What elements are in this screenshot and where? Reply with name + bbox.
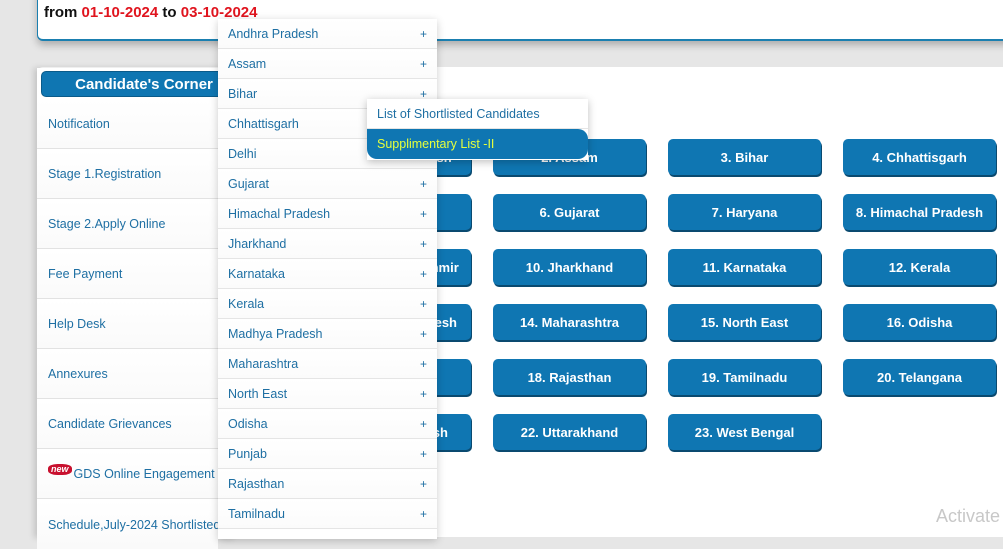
sidebar-item-registration[interactable]: Stage 1.Registration <box>37 150 218 199</box>
dropdown-item-label: Andhra Pradesh <box>228 26 319 41</box>
expand-plus-icon[interactable]: + <box>420 207 427 221</box>
dropdown-item-label: Punjab <box>228 446 267 461</box>
new-badge-icon: new <box>48 463 72 475</box>
dropdown-item-label: Jharkhand <box>228 236 287 251</box>
dropdown-item[interactable]: Jharkhand + <box>218 229 437 259</box>
circle-button[interactable]: 8. Himachal Pradesh <box>843 194 996 230</box>
sidebar-item-label: Candidate Grievances <box>48 417 172 431</box>
sidebar-item-grievances[interactable]: Candidate Grievances <box>37 400 218 449</box>
dropdown-item[interactable]: Tamilnadu + <box>218 499 437 529</box>
dropdown-item[interactable]: North East + <box>218 379 437 409</box>
expand-plus-icon[interactable]: + <box>420 327 427 341</box>
expand-plus-icon[interactable]: + <box>420 27 427 41</box>
sidebar-item-label: GDS Online Engagement <box>73 467 215 481</box>
sidebar-item-label: Annexures <box>48 367 108 381</box>
dropdown-item-label: Assam <box>228 56 267 71</box>
submenu-item-label: List of Shortlisted Candidates <box>377 106 540 121</box>
sidebar-item-gds-engagement[interactable]: new GDS Online Engagement <box>37 450 218 499</box>
sidebar-item-fee-payment[interactable]: Fee Payment <box>37 250 218 299</box>
dropdown-item-label: Tamilnadu <box>228 506 285 521</box>
sidebar-item-label: Help Desk <box>48 317 106 331</box>
circle-button[interactable]: 10. Jharkhand <box>493 249 646 285</box>
from-date: 01-10-2024 <box>81 4 159 21</box>
dropdown-item-label: Karnataka <box>228 266 285 281</box>
circle-button[interactable]: 15. North East <box>668 304 821 340</box>
circle-button[interactable]: 16. Odisha <box>843 304 996 340</box>
circle-button[interactable]: 19. Tamilnadu <box>668 359 821 395</box>
dropdown-item[interactable]: Madhya Pradesh + <box>218 319 437 349</box>
dropdown-item[interactable]: Karnataka + <box>218 259 437 289</box>
dropdown-item-label: Himachal Pradesh <box>228 206 331 221</box>
state-submenu: List of Shortlisted Candidates Supplimen… <box>367 99 588 160</box>
expand-plus-icon[interactable]: + <box>420 237 427 251</box>
dropdown-item-label: Kerala <box>228 296 265 311</box>
sidebar-item-label: Stage 2.Apply Online <box>48 217 166 231</box>
state-dropdown-menu: Andhra Pradesh + Assam + Bihar + Chhattisgarh D… <box>218 19 437 539</box>
dropdown-item[interactable]: Gujarat + <box>218 169 437 199</box>
circle-button[interactable]: 12. Kerala <box>843 249 996 285</box>
sidebar-item-annexures[interactable]: Annexures <box>37 350 218 399</box>
expand-plus-icon[interactable]: + <box>420 477 427 491</box>
circle-button[interactable]: 3. Bihar <box>668 139 821 175</box>
expand-plus-icon[interactable]: + <box>420 297 427 311</box>
circle-button[interactable]: 14. Maharashtra <box>493 304 646 340</box>
circle-button[interactable]: 7. Haryana <box>668 194 821 230</box>
circle-button[interactable]: 23. West Bengal <box>668 414 821 450</box>
dropdown-item-label: Rajasthan <box>228 476 285 491</box>
submenu-item-shortlisted[interactable]: List of Shortlisted Candidates <box>367 99 588 129</box>
dropdown-item[interactable]: Rajasthan + <box>218 469 437 499</box>
dropdown-item-label: Odisha <box>228 416 268 431</box>
sidebar-item-label: Schedule,July-2024 Shortlisted <box>48 517 218 532</box>
sidebar-item-label: Stage 1.Registration <box>48 167 162 181</box>
dropdown-item-label: Gujarat <box>228 176 269 191</box>
circle-button[interactable]: 4. Chhattisgarh <box>843 139 996 175</box>
expand-plus-icon[interactable]: + <box>420 357 427 371</box>
activate-windows-watermark: Activate <box>936 506 1001 526</box>
dropdown-item[interactable]: Assam + <box>218 49 437 79</box>
dropdown-item[interactable]: Kerala + <box>218 289 437 319</box>
dropdown-item[interactable]: Maharashtra + <box>218 349 437 379</box>
dropdown-item[interactable]: Punjab + <box>218 439 437 469</box>
expand-plus-icon[interactable]: + <box>420 417 427 431</box>
notice-connector: to <box>162 4 177 21</box>
dropdown-item[interactable]: Andhra Pradesh + <box>218 19 437 49</box>
dropdown-item-label: Bihar <box>228 86 258 101</box>
dropdown-item-label: Delhi <box>228 146 257 161</box>
submenu-item-supplementary[interactable]: Supplimentary List -II <box>367 129 588 159</box>
expand-plus-icon[interactable]: + <box>420 387 427 401</box>
dropdown-item[interactable]: Odisha + <box>218 409 437 439</box>
sidebar-item-label: Notification <box>48 117 110 131</box>
circle-button[interactable]: 22. Uttarakhand <box>493 414 646 450</box>
sidebar-item-help-desk[interactable]: Help Desk <box>37 300 218 349</box>
dropdown-item-label: North East <box>228 386 288 401</box>
dropdown-item[interactable]: Himachal Pradesh + <box>218 199 437 229</box>
circle-button[interactable]: 6. Gujarat <box>493 194 646 230</box>
expand-plus-icon[interactable]: + <box>420 447 427 461</box>
dropdown-item-label: Maharashtra <box>228 356 299 371</box>
sidebar-item-label: Fee Payment <box>48 267 123 281</box>
notice-prefix: from <box>44 4 78 21</box>
submenu-item-label: Supplimentary List -II <box>377 137 495 151</box>
sidebar-item-schedule[interactable]: Schedule,July-2024 Shortlisted <box>37 500 218 549</box>
expand-plus-icon[interactable]: + <box>420 507 427 521</box>
dropdown-item-label: Madhya Pradesh <box>228 326 323 341</box>
circle-button[interactable]: 18. Rajasthan <box>493 359 646 395</box>
circle-button[interactable]: 20. Telangana <box>843 359 996 395</box>
expand-plus-icon[interactable]: + <box>420 57 427 71</box>
expand-plus-icon[interactable]: + <box>420 177 427 191</box>
expand-plus-icon[interactable]: + <box>420 267 427 281</box>
sidebar-item-apply-online[interactable]: Stage 2.Apply Online <box>37 200 218 249</box>
circle-button[interactable]: 11. Karnataka <box>668 249 821 285</box>
dropdown-item-label: Chhattisgarh <box>228 116 299 131</box>
sidebar-item-notification[interactable]: Notification <box>37 100 218 149</box>
candidates-corner-header: Candidate's Corner <box>41 71 237 97</box>
